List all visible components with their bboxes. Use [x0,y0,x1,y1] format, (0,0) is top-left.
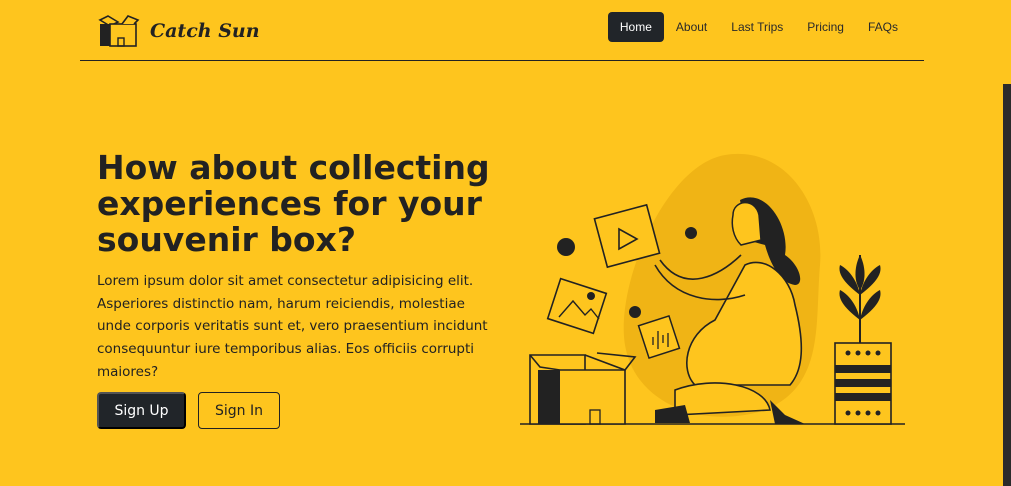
woman-with-souvenir-box-illustration [520,153,905,425]
dot-icon [685,227,697,239]
sign-in-button[interactable]: Sign In [198,392,280,429]
hero-description: Lorem ipsum dolor sit amet consectetur a… [97,273,488,380]
nav-item-last-trips[interactable]: Last Trips [719,12,795,42]
nav-item-faqs[interactable]: FAQs [856,12,910,42]
dot-icon [629,306,641,318]
box-icon [98,15,140,47]
brand[interactable]: Catch Sun [98,14,260,48]
dot-icon [557,238,575,256]
scrollbar[interactable] [1003,84,1011,486]
main-nav: Home About Last Trips Pricing FAQs [607,12,910,42]
hero-title: How about collecting experiences for you… [97,148,490,259]
nav-item-about[interactable]: About [664,12,719,42]
image-card-icon [546,277,608,335]
nav-item-pricing[interactable]: Pricing [795,12,856,42]
open-box-icon [529,352,637,425]
navbar: Catch Sun Home About Last Trips Pricing … [80,0,924,61]
sign-up-button[interactable]: Sign Up [97,392,186,429]
nav-item-home[interactable]: Home [607,12,664,42]
brand-name: Catch Sun [150,20,260,42]
potted-plant-icon [834,255,892,425]
